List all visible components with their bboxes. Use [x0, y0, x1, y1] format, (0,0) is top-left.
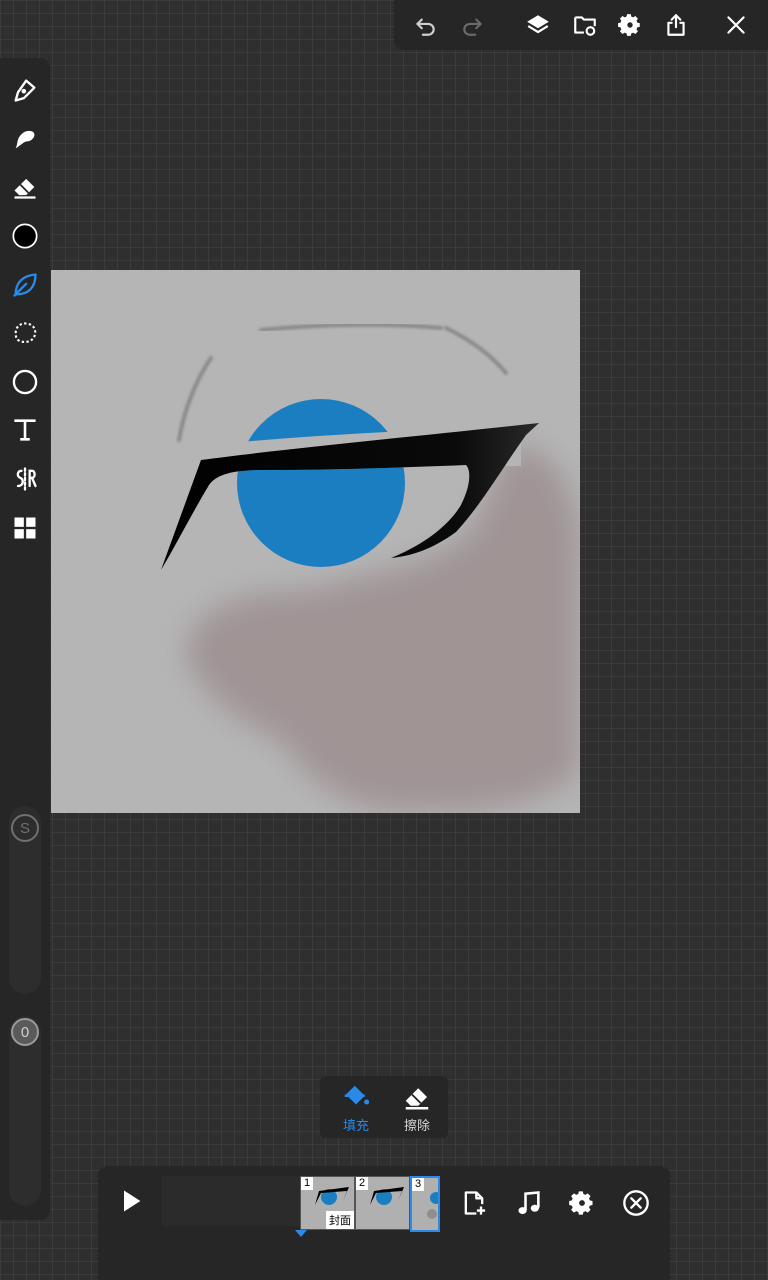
- frame-number: 1: [301, 1177, 314, 1190]
- frame-number: 2: [356, 1177, 369, 1190]
- eraser-icon: [405, 1088, 429, 1110]
- opacity-slider[interactable]: 0: [9, 1016, 41, 1206]
- symmetry-tool[interactable]: [5, 459, 45, 499]
- drawing-canvas[interactable]: [51, 270, 580, 813]
- paint-bucket-icon: [344, 1085, 370, 1105]
- fill-option[interactable]: 填充: [328, 1082, 384, 1136]
- shape-circle-icon: [12, 369, 38, 395]
- share-icon: [667, 14, 685, 36]
- eraser-tool[interactable]: [5, 167, 45, 207]
- layers-icon: [527, 15, 549, 34]
- close-button[interactable]: [717, 6, 755, 44]
- eraser-icon: [14, 178, 36, 199]
- close-icon: [727, 16, 745, 34]
- fill-erase-panel: 填充 擦除: [320, 1076, 448, 1138]
- canvas-artwork: [161, 322, 580, 812]
- brush-size-slider[interactable]: S: [9, 806, 41, 994]
- undo-icon: [416, 18, 435, 36]
- close-circle-icon: [623, 1190, 649, 1216]
- color-swatch-button[interactable]: [5, 216, 45, 256]
- music-icon: [518, 1191, 540, 1215]
- share-button[interactable]: [657, 6, 695, 44]
- layers-button[interactable]: [519, 6, 557, 44]
- timeline-settings-button[interactable]: [565, 1186, 599, 1220]
- color-swatch: [12, 223, 38, 249]
- smudge-tool[interactable]: [5, 119, 45, 159]
- frame-thumbnail-1[interactable]: 1 封面: [300, 1176, 355, 1230]
- selection-icon: [14, 322, 37, 344]
- top-toolbar: [394, 0, 768, 50]
- folder-refresh-icon: [574, 16, 596, 36]
- text-tool[interactable]: [5, 410, 45, 450]
- settings-button[interactable]: [611, 6, 649, 44]
- add-frame-icon: [464, 1191, 486, 1215]
- timeline-track[interactable]: [162, 1176, 300, 1226]
- tool-sidebar: S 0: [0, 58, 50, 1220]
- leaf-lasso-tool[interactable]: [5, 265, 45, 305]
- erase-option[interactable]: 擦除: [389, 1082, 445, 1136]
- grid-icon: [14, 517, 36, 539]
- undo-button[interactable]: [406, 6, 444, 44]
- frame-thumbnail-2[interactable]: 2: [355, 1176, 410, 1230]
- lasso-leaf-icon: [13, 273, 37, 297]
- size-slider-knob[interactable]: S: [11, 814, 39, 842]
- play-icon: [124, 1190, 141, 1212]
- symmetry-icon: [16, 467, 37, 491]
- playhead-marker[interactable]: [295, 1230, 307, 1237]
- erase-label: 擦除: [403, 1118, 430, 1133]
- smudge-icon: [15, 130, 35, 149]
- pen-tool[interactable]: [5, 70, 45, 110]
- close-timeline-button[interactable]: [619, 1186, 653, 1220]
- folder-button[interactable]: [566, 6, 604, 44]
- play-button[interactable]: [114, 1184, 148, 1218]
- animation-timeline: 1 封面 2 3: [98, 1166, 670, 1280]
- redo-icon: [463, 18, 482, 36]
- shape-tool[interactable]: [5, 362, 45, 402]
- cover-label: 封面: [326, 1211, 354, 1229]
- text-icon: [14, 419, 36, 441]
- pen-icon: [14, 79, 36, 102]
- gear-icon: [618, 14, 640, 36]
- redo-button[interactable]: [454, 6, 492, 44]
- gear-icon: [569, 1191, 593, 1215]
- music-button[interactable]: [512, 1186, 546, 1220]
- grid-tool[interactable]: [5, 508, 45, 548]
- frame-number: 3: [412, 1178, 425, 1191]
- fill-label: 填充: [342, 1118, 369, 1133]
- add-frame-button[interactable]: [457, 1186, 491, 1220]
- selection-tool[interactable]: [5, 313, 45, 353]
- frame-thumbnail-3[interactable]: 3: [410, 1176, 440, 1232]
- opacity-slider-knob[interactable]: 0: [11, 1018, 39, 1046]
